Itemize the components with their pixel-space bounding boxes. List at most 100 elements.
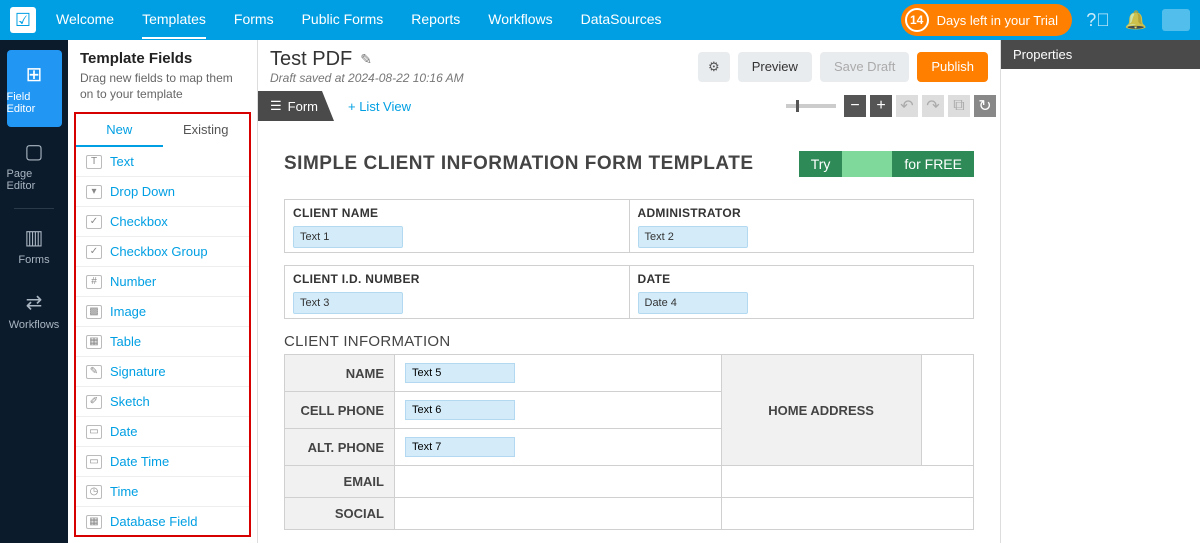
field-type-icon: ▩ (86, 305, 102, 319)
undo-button[interactable]: ↶ (896, 95, 918, 117)
notifications-icon[interactable]: 🔔 (1124, 8, 1148, 32)
icon-sidebar: ⊞ Field Editor ▢ Page Editor ▥ Forms ⇄ W… (0, 40, 68, 543)
field-list: TText▾Drop Down✓Checkbox✓Checkbox Group#… (76, 147, 249, 535)
copy-button[interactable]: ⧉ (948, 95, 970, 117)
avatar[interactable] (1162, 9, 1190, 31)
field-label: ADMINISTRATOR (638, 206, 966, 220)
field-item-table[interactable]: ▦ Table (76, 327, 249, 357)
field-input-text2[interactable]: Text 2 (638, 226, 748, 248)
field-type-icon: ▭ (86, 425, 102, 439)
field-item-number[interactable]: # Number (76, 267, 249, 297)
section-title: CLIENT INFORMATION (284, 333, 974, 350)
field-input-text3[interactable]: Text 3 (293, 292, 403, 314)
field-input-text6[interactable]: Text 6 (405, 400, 515, 420)
field-type-icon: ✓ (86, 215, 102, 229)
field-item-label: Time (110, 484, 138, 499)
tab-new[interactable]: New (76, 114, 163, 147)
field-type-icon: # (86, 275, 102, 289)
field-input-date4[interactable]: Date 4 (638, 292, 748, 314)
help-icon[interactable]: ?⃝ (1086, 8, 1110, 32)
field-item-label: Checkbox Group (110, 244, 208, 259)
field-item-time[interactable]: ◷ Time (76, 477, 249, 507)
sidebar-page-editor[interactable]: ▢ Page Editor (7, 127, 62, 204)
topnav-right: 14 Days left in your Trial ?⃝ 🔔 (901, 4, 1190, 36)
form-view-tab[interactable]: ☰ Form (258, 91, 334, 121)
field-item-database-field[interactable]: ▦Database Field (76, 507, 249, 535)
field-item-date[interactable]: ▭Date (76, 417, 249, 447)
add-list-view[interactable]: + List View (348, 99, 411, 114)
field-label: DATE (638, 272, 966, 286)
social-cell[interactable] (395, 498, 722, 530)
field-item-image[interactable]: ▩Image (76, 297, 249, 327)
field-input-text7[interactable]: Text 7 (405, 437, 515, 457)
sidebar-workflows[interactable]: ⇄ Workflows (7, 278, 62, 343)
field-input-text1[interactable]: Text 1 (293, 226, 403, 248)
forms-icon: ▥ (25, 225, 44, 250)
fields-panel: Template Fields Drag new fields to map t… (68, 40, 258, 543)
row-label: NAME (285, 355, 395, 392)
field-tabs: New Existing (76, 114, 249, 147)
sidebar-label: Workflows (9, 319, 60, 331)
tab-existing[interactable]: Existing (163, 114, 250, 147)
redo-button[interactable]: ↷ (922, 95, 944, 117)
field-item-label: Table (110, 334, 141, 349)
trial-pill[interactable]: 14 Days left in your Trial (901, 4, 1072, 36)
client-info-table: NAME Text 5 HOME ADDRESS CELL PHONE Text… (284, 354, 974, 530)
field-type-icon: ◷ (86, 485, 102, 499)
field-type-icon: ▦ (86, 335, 102, 349)
field-item-date-time[interactable]: ▭Date Time (76, 447, 249, 477)
zoom-in-button[interactable]: + (870, 95, 892, 117)
save-draft-button[interactable]: Save Draft (820, 52, 909, 82)
row-label: EMAIL (285, 466, 395, 498)
nav-workflows[interactable]: Workflows (488, 1, 552, 39)
row-label: SOCIAL (285, 498, 395, 530)
nav-templates[interactable]: Templates (142, 1, 206, 39)
field-item-signature[interactable]: ✎ Signature (76, 357, 249, 387)
nav-public-forms[interactable]: Public Forms (302, 1, 384, 39)
nav-welcome[interactable]: Welcome (56, 1, 114, 39)
row-label: CELL PHONE (285, 392, 395, 429)
publish-button[interactable]: Publish (917, 52, 988, 82)
field-item-label: Signature (110, 364, 166, 379)
form-canvas: SIMPLE CLIENT INFORMATION FORM TEMPLATE … (284, 151, 974, 530)
field-item-checkbox-group[interactable]: ✓ Checkbox Group (76, 237, 249, 267)
nav-datasources[interactable]: DataSources (581, 1, 662, 39)
properties-header: Properties (1001, 40, 1200, 69)
try-free-badge[interactable]: Try . for FREE (799, 151, 974, 177)
nav-forms[interactable]: Forms (234, 1, 274, 39)
edit-title-icon[interactable]: ✎ (360, 51, 372, 68)
field-item-label: Number (110, 274, 156, 289)
field-item-text[interactable]: TText (76, 147, 249, 177)
canvas-scroll[interactable]: SIMPLE CLIENT INFORMATION FORM TEMPLATE … (258, 121, 1000, 543)
settings-button[interactable]: ⚙ (698, 52, 730, 82)
doc-header: Test PDF ✎ Draft saved at 2024-08-22 10:… (258, 40, 1000, 87)
zoom-slider[interactable] (786, 104, 836, 108)
home-address-label: HOME ADDRESS (721, 355, 921, 466)
for-free-text: for FREE (892, 151, 974, 177)
email-cell[interactable] (395, 466, 722, 498)
header-row-1: CLIENT NAME Text 1 ADMINISTRATOR Text 2 (284, 199, 974, 253)
field-item-drop-down[interactable]: ▾Drop Down (76, 177, 249, 207)
sidebar-field-editor[interactable]: ⊞ Field Editor (7, 50, 62, 127)
zoom-out-button[interactable]: − (844, 95, 866, 117)
form-view-icon: ☰ (270, 98, 282, 114)
fields-highlighted-area: New Existing TText▾Drop Down✓Checkbox✓Ch… (74, 112, 251, 537)
field-item-label: Date Time (110, 454, 169, 469)
app-logo[interactable] (10, 7, 36, 33)
row-label: ALT. PHONE (285, 429, 395, 466)
field-input-text5[interactable]: Text 5 (405, 363, 515, 383)
sidebar-separator (14, 208, 54, 209)
refresh-button[interactable]: ↻ (974, 95, 996, 117)
preview-button[interactable]: Preview (738, 52, 812, 82)
field-item-checkbox[interactable]: ✓Checkbox (76, 207, 249, 237)
properties-panel: Properties (1000, 40, 1200, 543)
field-type-icon: ✎ (86, 365, 102, 379)
field-type-icon: ▦ (86, 515, 102, 529)
nav-reports[interactable]: Reports (411, 1, 460, 39)
home-address-cell[interactable] (921, 355, 973, 466)
field-type-icon: ✓ (86, 245, 102, 259)
sidebar-forms[interactable]: ▥ Forms (7, 213, 62, 278)
field-item-sketch[interactable]: ✐Sketch (76, 387, 249, 417)
try-brand: . (842, 151, 892, 177)
fields-title: Template Fields (80, 50, 245, 67)
